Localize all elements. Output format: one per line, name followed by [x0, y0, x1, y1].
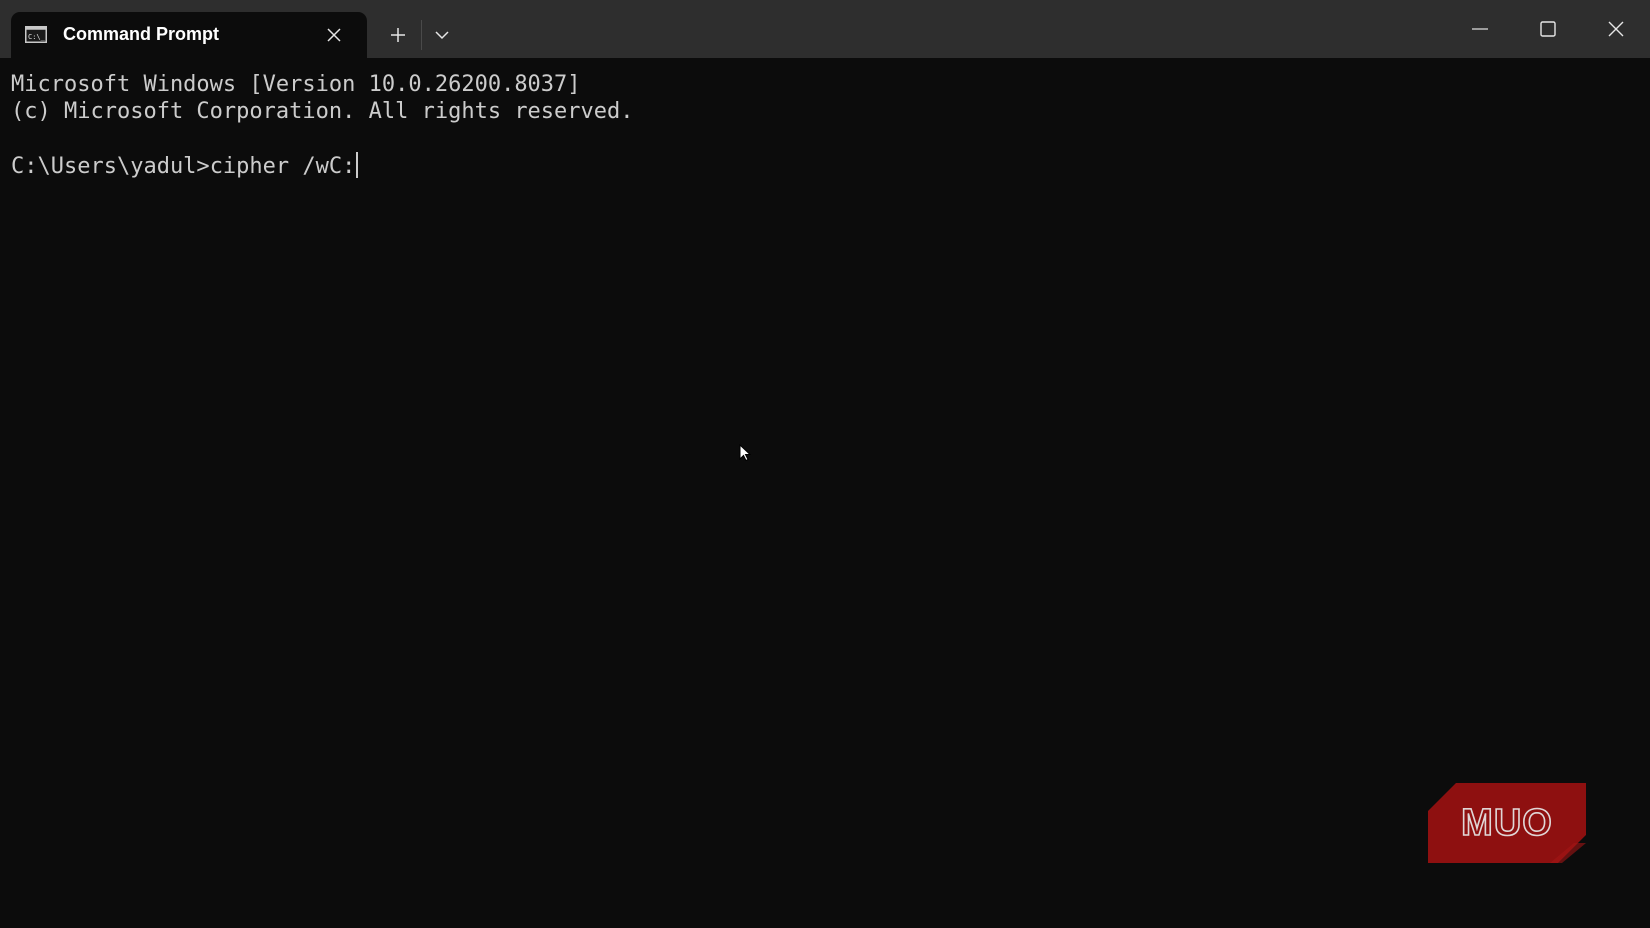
- minimize-button[interactable]: [1456, 8, 1504, 50]
- terminal-window: C:\_ Command Prompt Microsoft Windows [V…: [0, 0, 1650, 928]
- plus-icon: [391, 28, 405, 42]
- title-bar[interactable]: C:\_ Command Prompt: [0, 0, 1650, 58]
- muo-logo-text: MUO: [1461, 802, 1553, 844]
- terminal-output[interactable]: Microsoft Windows [Version 10.0.26200.80…: [0, 58, 1650, 928]
- command-prompt-icon: C:\_: [25, 26, 47, 43]
- muo-logo: MUO: [1428, 783, 1586, 863]
- new-tab-button[interactable]: [384, 22, 412, 48]
- chevron-down-icon: [435, 31, 449, 40]
- mouse-pointer-icon: [739, 444, 751, 461]
- maximize-icon: [1540, 21, 1556, 37]
- svg-text:C:\_: C:\_: [28, 33, 46, 41]
- output-line-copyright: (c) Microsoft Corporation. All rights re…: [11, 99, 634, 124]
- prompt-text: C:\Users\yadul>: [11, 154, 210, 179]
- tab-command-prompt[interactable]: C:\_ Command Prompt: [11, 12, 367, 58]
- output-line-version: Microsoft Windows [Version 10.0.26200.80…: [11, 72, 581, 97]
- minimize-icon: [1472, 28, 1488, 30]
- tab-dropdown-button[interactable]: [428, 22, 456, 48]
- window-close-button[interactable]: [1592, 8, 1640, 50]
- close-icon: [1608, 21, 1624, 37]
- maximize-button[interactable]: [1524, 8, 1572, 50]
- text-caret: [356, 152, 359, 178]
- tab-title: Command Prompt: [63, 24, 220, 44]
- tab-divider: [421, 20, 422, 50]
- close-icon: [327, 28, 341, 42]
- command-input[interactable]: cipher /wC:: [210, 154, 356, 179]
- tab-close-button[interactable]: [324, 25, 344, 45]
- command-line[interactable]: C:\Users\yadul>cipher /wC:: [11, 152, 359, 180]
